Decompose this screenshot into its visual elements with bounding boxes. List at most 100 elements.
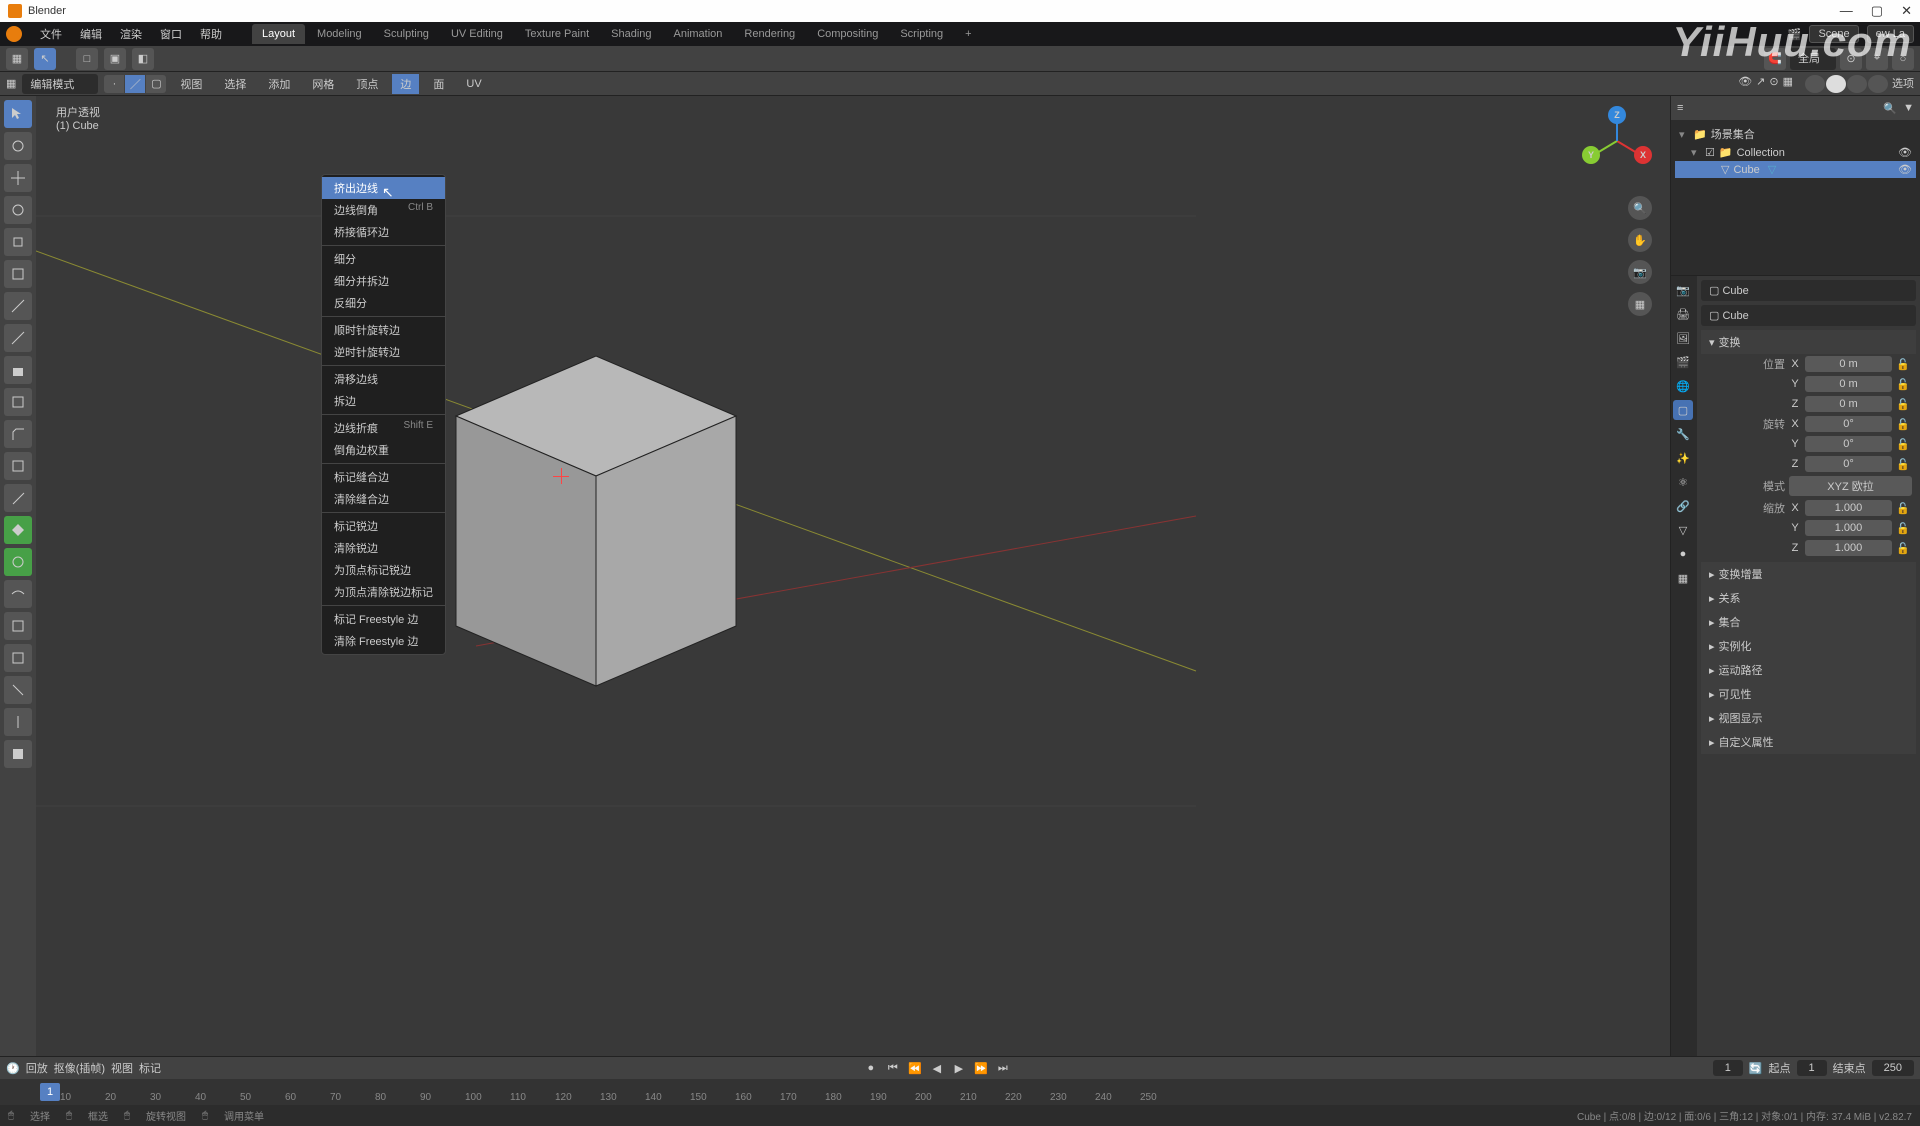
select-mode-3[interactable]: ◧ <box>132 48 154 70</box>
ptab-scene[interactable]: 🎬 <box>1673 352 1693 372</box>
outliner-item-cube[interactable]: ▽ Cube ▽ 👁 <box>1675 161 1916 178</box>
tool-shear[interactable] <box>4 676 32 704</box>
close-button[interactable]: ✕ <box>1901 3 1912 19</box>
tab-sculpting[interactable]: Sculpting <box>374 24 439 44</box>
prop-object-name[interactable]: ▢ Cube <box>1701 305 1916 326</box>
menu-window[interactable]: 窗口 <box>152 23 190 45</box>
context-menu-item[interactable]: 倒角边权重 <box>322 439 445 461</box>
outliner-editor-icon[interactable]: ≡ <box>1677 102 1683 114</box>
tool-smooth[interactable] <box>4 580 32 608</box>
lock-icon[interactable]: 🔓 <box>1896 502 1912 515</box>
tool-bevel[interactable] <box>4 420 32 448</box>
tool-transform[interactable] <box>4 260 32 288</box>
camera-icon[interactable]: 📷 <box>1628 260 1652 284</box>
tab-uvediting[interactable]: UV Editing <box>441 24 513 44</box>
context-menu-item[interactable]: 为顶点清除锐边标记 <box>322 581 445 603</box>
header-uv[interactable]: UV <box>458 76 489 92</box>
lock-icon[interactable]: 🔓 <box>1896 522 1912 535</box>
ptab-render[interactable]: 📷 <box>1673 280 1693 300</box>
jump-start-icon[interactable]: ⏮ <box>884 1059 902 1077</box>
outliner-filter-icon[interactable]: ▼ <box>1903 102 1914 114</box>
tool-rotate[interactable] <box>4 196 32 224</box>
face-select-mode[interactable]: ▢ <box>146 75 166 93</box>
tool-knife[interactable] <box>4 484 32 512</box>
ptab-viewlayer[interactable]: 🖼 <box>1673 328 1693 348</box>
playhead[interactable]: 1 <box>40 1083 60 1101</box>
header-edge[interactable]: 边 <box>392 74 419 94</box>
context-menu-item[interactable]: 标记锐边 <box>322 515 445 537</box>
prop-section-collapsed[interactable]: ▸可见性 <box>1701 682 1916 706</box>
editor-icon[interactable]: ▦ <box>6 77 16 90</box>
rendered-shading[interactable] <box>1868 75 1888 93</box>
gizmo-x-axis[interactable]: X <box>1634 146 1652 164</box>
layer-selector[interactable]: ew La <box>1867 25 1914 43</box>
header-view[interactable]: 视图 <box>172 74 210 94</box>
outliner-search-icon[interactable]: 🔍 <box>1883 102 1897 115</box>
lock-icon[interactable]: 🔓 <box>1896 398 1912 411</box>
tool-cursor[interactable] <box>4 132 32 160</box>
visibility-toggle-icon[interactable]: 👁 <box>1898 163 1912 176</box>
perspective-icon[interactable]: ▦ <box>1628 292 1652 316</box>
tool-region[interactable] <box>4 740 32 768</box>
context-menu-item[interactable]: 反细分 <box>322 292 445 314</box>
cursor-tool-icon[interactable]: ↖ <box>34 48 56 70</box>
tab-animation[interactable]: Animation <box>664 24 733 44</box>
solid-shading[interactable] <box>1826 75 1846 93</box>
context-menu-item[interactable]: 滑移边线 <box>322 368 445 390</box>
lock-icon[interactable]: 🔓 <box>1896 378 1912 391</box>
ptab-world[interactable]: 🌐 <box>1673 376 1693 396</box>
tool-polybuild[interactable] <box>4 516 32 544</box>
rotation-y[interactable]: 0° <box>1805 436 1892 452</box>
navigation-gizmo[interactable]: X Y Z <box>1582 106 1652 176</box>
ptab-physics[interactable]: ⚛ <box>1673 472 1693 492</box>
menu-render[interactable]: 渲染 <box>112 23 150 45</box>
matprev-shading[interactable] <box>1847 75 1867 93</box>
zoom-icon[interactable]: 🔍 <box>1628 196 1652 220</box>
select-mode-2[interactable]: ▣ <box>104 48 126 70</box>
current-frame[interactable]: 1 <box>1713 1060 1743 1076</box>
tool-extrude[interactable] <box>4 356 32 384</box>
scene-selector[interactable]: Scene <box>1809 25 1858 43</box>
wireframe-shading[interactable] <box>1805 75 1825 93</box>
context-menu-item[interactable]: 清除锐边 <box>322 537 445 559</box>
header-vertex[interactable]: 顶点 <box>348 74 386 94</box>
mode-selector[interactable]: 编辑模式 <box>22 74 98 94</box>
context-menu-item[interactable]: 顺时针旋转边 <box>322 319 445 341</box>
location-y[interactable]: 0 m <box>1805 376 1892 392</box>
tool-inset[interactable] <box>4 388 32 416</box>
visibility-toggle-icon[interactable]: 👁 <box>1898 146 1912 159</box>
context-menu-item[interactable]: 清除缝合边 <box>322 488 445 510</box>
header-options[interactable]: 选项 <box>1892 75 1914 93</box>
context-menu-item[interactable]: 边线倒角Ctrl B <box>322 199 445 221</box>
lock-icon[interactable]: 🔓 <box>1896 358 1912 371</box>
sync-icon[interactable]: 🔄 <box>1749 1062 1763 1075</box>
location-z[interactable]: 0 m <box>1805 396 1892 412</box>
context-menu-item[interactable]: 逆时针旋转边 <box>322 341 445 363</box>
tab-add[interactable]: + <box>955 24 981 44</box>
header-select[interactable]: 选择 <box>216 74 254 94</box>
start-frame[interactable]: 1 <box>1797 1060 1827 1076</box>
3d-viewport[interactable]: 用户透视 (1) Cube 挤出边线边线倒角Ctrl B桥接循环边细分细分并拆边… <box>36 96 1670 1056</box>
outliner-scene-collection[interactable]: ▾ 📁 场景集合 <box>1675 124 1916 144</box>
gizmo-y-axis[interactable]: Y <box>1582 146 1600 164</box>
ptab-material[interactable]: ● <box>1673 544 1693 564</box>
menu-file[interactable]: 文件 <box>32 23 70 45</box>
jump-end-icon[interactable]: ⏭ <box>994 1059 1012 1077</box>
prop-section-collapsed[interactable]: ▸实例化 <box>1701 634 1916 658</box>
prop-section-collapsed[interactable]: ▸视图显示 <box>1701 706 1916 730</box>
tab-modeling[interactable]: Modeling <box>307 24 372 44</box>
minimize-button[interactable]: — <box>1840 3 1853 19</box>
ptab-modifier[interactable]: 🔧 <box>1673 424 1693 444</box>
maximize-button[interactable]: ▢ <box>1871 3 1883 19</box>
rotation-z[interactable]: 0° <box>1805 456 1892 472</box>
vertex-select-mode[interactable]: · <box>104 75 124 93</box>
prop-section-collapsed[interactable]: ▸自定义属性 <box>1701 730 1916 754</box>
context-menu-item[interactable]: 边线折痕Shift E <box>322 417 445 439</box>
scale-x[interactable]: 1.000 <box>1805 500 1892 516</box>
scale-z[interactable]: 1.000 <box>1805 540 1892 556</box>
tool-rip[interactable] <box>4 708 32 736</box>
ptab-output[interactable]: 🖨 <box>1673 304 1693 324</box>
transform-orientation[interactable]: 全局 <box>1790 48 1836 70</box>
tool-edgeslide[interactable] <box>4 612 32 640</box>
timeline-editor-icon[interactable]: 🕐 <box>6 1062 20 1075</box>
